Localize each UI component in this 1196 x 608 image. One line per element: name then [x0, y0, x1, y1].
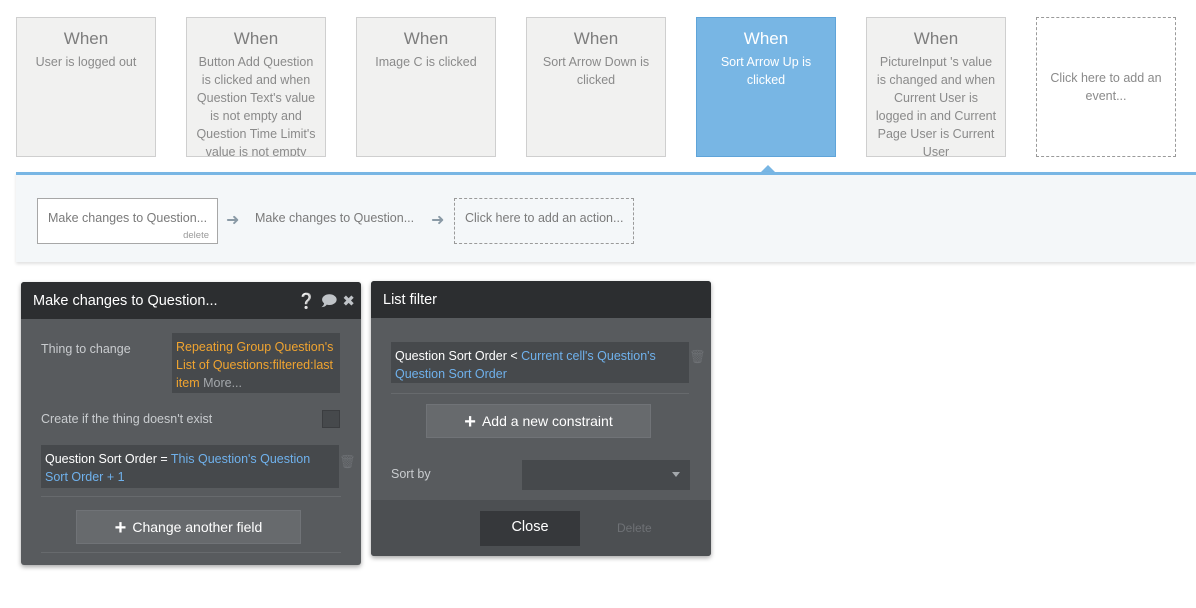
make-changes-panel: Make changes to Question... ❔ 🗩 ✖ Thing to… [21, 282, 361, 565]
divider [391, 393, 689, 394]
event-when-label: When [743, 29, 789, 48]
trash-icon[interactable]: 🗑 [339, 454, 356, 470]
question-circle-icon[interactable]: ❔ [297, 293, 316, 310]
add-event-label: Click here to add an event... [1050, 71, 1162, 103]
event-card-picture-input-changed[interactable]: When PictureInput 's value is changed an… [866, 17, 1006, 157]
chevron-down-icon [672, 472, 680, 477]
event-card-sort-arrow-down-clicked[interactable]: When Sort Arrow Down is clicked [526, 17, 666, 157]
panel-header: Make changes to Question... ❔ 🗩 ✖ [21, 282, 361, 319]
create-if-missing-checkbox[interactable] [322, 410, 340, 428]
delete-button[interactable]: Delete [617, 521, 652, 535]
thing-to-change-label: Thing to change [41, 342, 131, 356]
event-when-label: When [403, 29, 449, 48]
event-card-sort-arrow-up-clicked[interactable]: When Sort Arrow Up is clicked [696, 17, 836, 157]
panel-title: Make changes to Question... [33, 293, 218, 309]
action-make-changes-2[interactable]: Make changes to Question... [244, 198, 419, 244]
action-strip: Make changes to Question... delete ➜ Mak… [16, 172, 1196, 262]
field-name: Question Sort Order [45, 452, 157, 466]
event-card-add-question-clicked[interactable]: When Button Add Question is clicked and … [186, 17, 326, 157]
plus-icon: + [114, 517, 127, 539]
create-if-missing-label: Create if the thing doesn't exist [41, 412, 213, 426]
filter-constraint[interactable]: Question Sort Order < Current cell's Que… [391, 342, 689, 383]
trash-icon[interactable]: 🗑 [689, 349, 706, 365]
field-operator: = [160, 452, 168, 466]
action-label: Make changes to Question... [48, 211, 208, 225]
add-action-button[interactable]: Click here to add an action... [454, 198, 634, 244]
event-when-label: When [573, 29, 619, 48]
event-when-label: When [913, 29, 959, 48]
close-icon[interactable]: ✖ [342, 293, 355, 310]
thing-to-change-expression[interactable]: Repeating Group Question's List of Quest… [172, 333, 340, 393]
change-another-field-button[interactable]: + Change another field [76, 510, 301, 544]
action-label: Make changes to Question... [255, 211, 415, 225]
event-card-user-logged-out[interactable]: When User is logged out [16, 17, 156, 157]
event-description: User is logged out [35, 55, 137, 69]
divider [41, 552, 341, 553]
add-constraint-label: Add a new constraint [481, 413, 613, 429]
event-when-label: When [63, 29, 109, 48]
divider [41, 496, 341, 497]
sort-by-dropdown[interactable] [522, 460, 690, 490]
event-description: PictureInput 's value is changed and whe… [875, 55, 997, 157]
event-description: Sort Arrow Up is clicked [720, 55, 812, 87]
delete-action-link[interactable]: delete [183, 230, 209, 241]
plus-icon: + [464, 411, 476, 433]
constraint-field: Question Sort Order < [395, 349, 518, 363]
change-another-field-label: Change another field [132, 519, 263, 535]
arrow-right-icon: ➜ [226, 212, 240, 229]
panel-footer: Close Delete [371, 500, 711, 556]
event-description: Button Add Question is clicked and when … [196, 55, 316, 157]
event-description: Sort Arrow Down is clicked [542, 55, 650, 87]
panel-header: List filter [371, 281, 711, 318]
event-card-image-c-clicked[interactable]: When Image C is clicked [356, 17, 496, 157]
action-make-changes-1[interactable]: Make changes to Question... delete [37, 198, 218, 244]
thing-to-change-value: Repeating Group Question's List of Quest… [176, 340, 334, 390]
event-when-label: When [233, 29, 279, 48]
close-button[interactable]: Close [480, 511, 580, 546]
arrow-right-icon: ➜ [431, 212, 445, 229]
more-link[interactable]: More... [203, 376, 242, 390]
event-description: Image C is clicked [375, 55, 477, 69]
list-filter-panel: List filter Question Sort Order < Curren… [371, 281, 711, 556]
field-assignment[interactable]: Question Sort Order = This Question's Qu… [41, 445, 339, 488]
speech-bubble-icon[interactable]: 🗩 [321, 293, 338, 310]
add-action-label: Click here to add an action... [465, 211, 624, 225]
workflow-editor: When User is logged out When Button Add … [0, 0, 1196, 608]
sort-by-label: Sort by [391, 467, 431, 481]
add-event-button[interactable]: Click here to add an event... [1036, 17, 1176, 157]
panel-title: List filter [383, 292, 437, 308]
add-constraint-button[interactable]: + Add a new constraint [426, 404, 651, 438]
